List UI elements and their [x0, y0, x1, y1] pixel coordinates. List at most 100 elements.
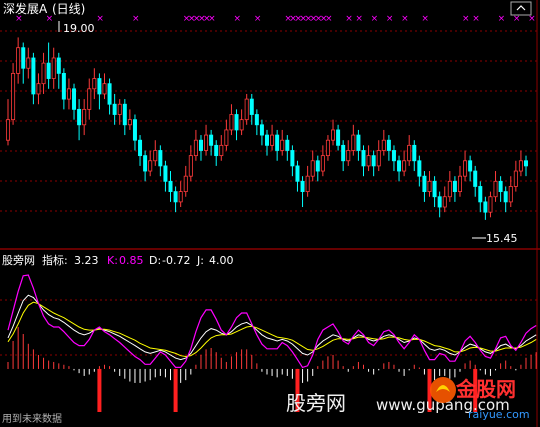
candle — [376, 140, 381, 172]
candle-body — [285, 139, 290, 151]
candle-body — [280, 139, 285, 151]
candle-body — [97, 78, 102, 95]
candle-body — [72, 88, 77, 110]
candle-body — [366, 155, 371, 167]
candle-body — [270, 134, 275, 146]
candle-body — [300, 180, 305, 193]
candle-body — [331, 129, 336, 141]
candle-body — [503, 191, 508, 203]
candle — [72, 83, 77, 120]
candle — [107, 78, 112, 115]
candle — [249, 93, 254, 125]
candle — [66, 78, 71, 110]
candle — [498, 176, 503, 202]
candle — [204, 124, 209, 156]
candle-body — [148, 160, 153, 172]
candle — [305, 165, 310, 197]
candle-body — [168, 180, 173, 193]
candle-body — [524, 160, 529, 167]
candle-body — [163, 165, 168, 182]
candle — [422, 171, 427, 202]
candle-body — [188, 155, 193, 177]
candle-body — [508, 186, 513, 203]
candle — [483, 196, 488, 220]
candle-body — [305, 175, 310, 193]
candle-body — [488, 196, 493, 213]
candle-body — [16, 47, 21, 74]
expand-icon[interactable] — [510, 1, 532, 16]
candle-body — [493, 180, 498, 198]
candle — [259, 119, 264, 146]
candle-body — [21, 47, 26, 69]
candle-body — [341, 144, 346, 162]
candle-body — [275, 134, 280, 151]
candle — [493, 171, 498, 202]
candle-body — [437, 196, 442, 208]
high-label: 19.00 — [63, 22, 95, 35]
candle-body — [249, 98, 254, 115]
candle-body — [264, 134, 269, 146]
candle-body — [56, 57, 61, 74]
signal-mark: × — [254, 14, 262, 24]
candle — [315, 155, 320, 182]
candle-body — [320, 155, 325, 172]
candle — [122, 99, 127, 136]
candle-body — [143, 155, 148, 172]
kdj-lines — [7, 274, 537, 369]
candle — [229, 104, 234, 136]
signal-mark: × — [96, 14, 104, 24]
candle-body — [214, 144, 219, 157]
candle — [102, 73, 107, 100]
indicator-label: 指标: — [42, 253, 68, 267]
candle-body — [463, 160, 468, 177]
candle — [437, 191, 442, 218]
candle — [112, 93, 117, 125]
candle — [56, 52, 61, 89]
candle — [391, 145, 396, 172]
candle-body — [518, 160, 523, 172]
signal-mark: × — [472, 14, 480, 24]
candle-body — [107, 83, 112, 105]
candle-body — [87, 88, 92, 110]
candle-body — [432, 180, 437, 198]
candle — [198, 135, 203, 161]
candle-body — [254, 114, 259, 126]
candle — [143, 150, 148, 182]
candle-body — [132, 119, 137, 141]
candle — [361, 145, 366, 177]
candle-body — [46, 62, 51, 79]
brand-logo: 金股网 raiyue.com — [430, 377, 530, 421]
candle — [412, 140, 417, 172]
candle — [254, 109, 259, 136]
candle — [473, 165, 478, 197]
signal-mark: × — [208, 14, 216, 24]
candle-body — [391, 150, 396, 162]
candle — [97, 73, 102, 110]
signal-mark: × — [234, 14, 242, 24]
candle-body — [356, 134, 361, 151]
candle — [402, 150, 407, 177]
candle-body — [11, 72, 16, 121]
candle — [442, 186, 447, 213]
indicator-value: 3.23 — [74, 254, 99, 267]
signal-bar — [173, 368, 178, 412]
candle-body — [371, 155, 376, 167]
candle-body — [427, 180, 432, 193]
candle — [351, 124, 356, 156]
candle — [46, 42, 51, 89]
candle-body — [447, 180, 452, 198]
candle-body — [478, 186, 483, 203]
candle — [41, 52, 46, 94]
candle-body — [41, 62, 46, 85]
candle — [290, 145, 295, 177]
high-annotation: 19.00 — [58, 21, 95, 35]
candle — [381, 129, 386, 156]
candle-body — [417, 160, 422, 177]
candlestick-series — [6, 37, 529, 220]
j-value: 4.00 — [209, 254, 234, 267]
signal-mark: × — [462, 14, 470, 24]
candle — [320, 145, 325, 177]
low-annotation: 15.45 — [472, 232, 518, 245]
candle — [264, 129, 269, 156]
candle-body — [82, 108, 87, 126]
